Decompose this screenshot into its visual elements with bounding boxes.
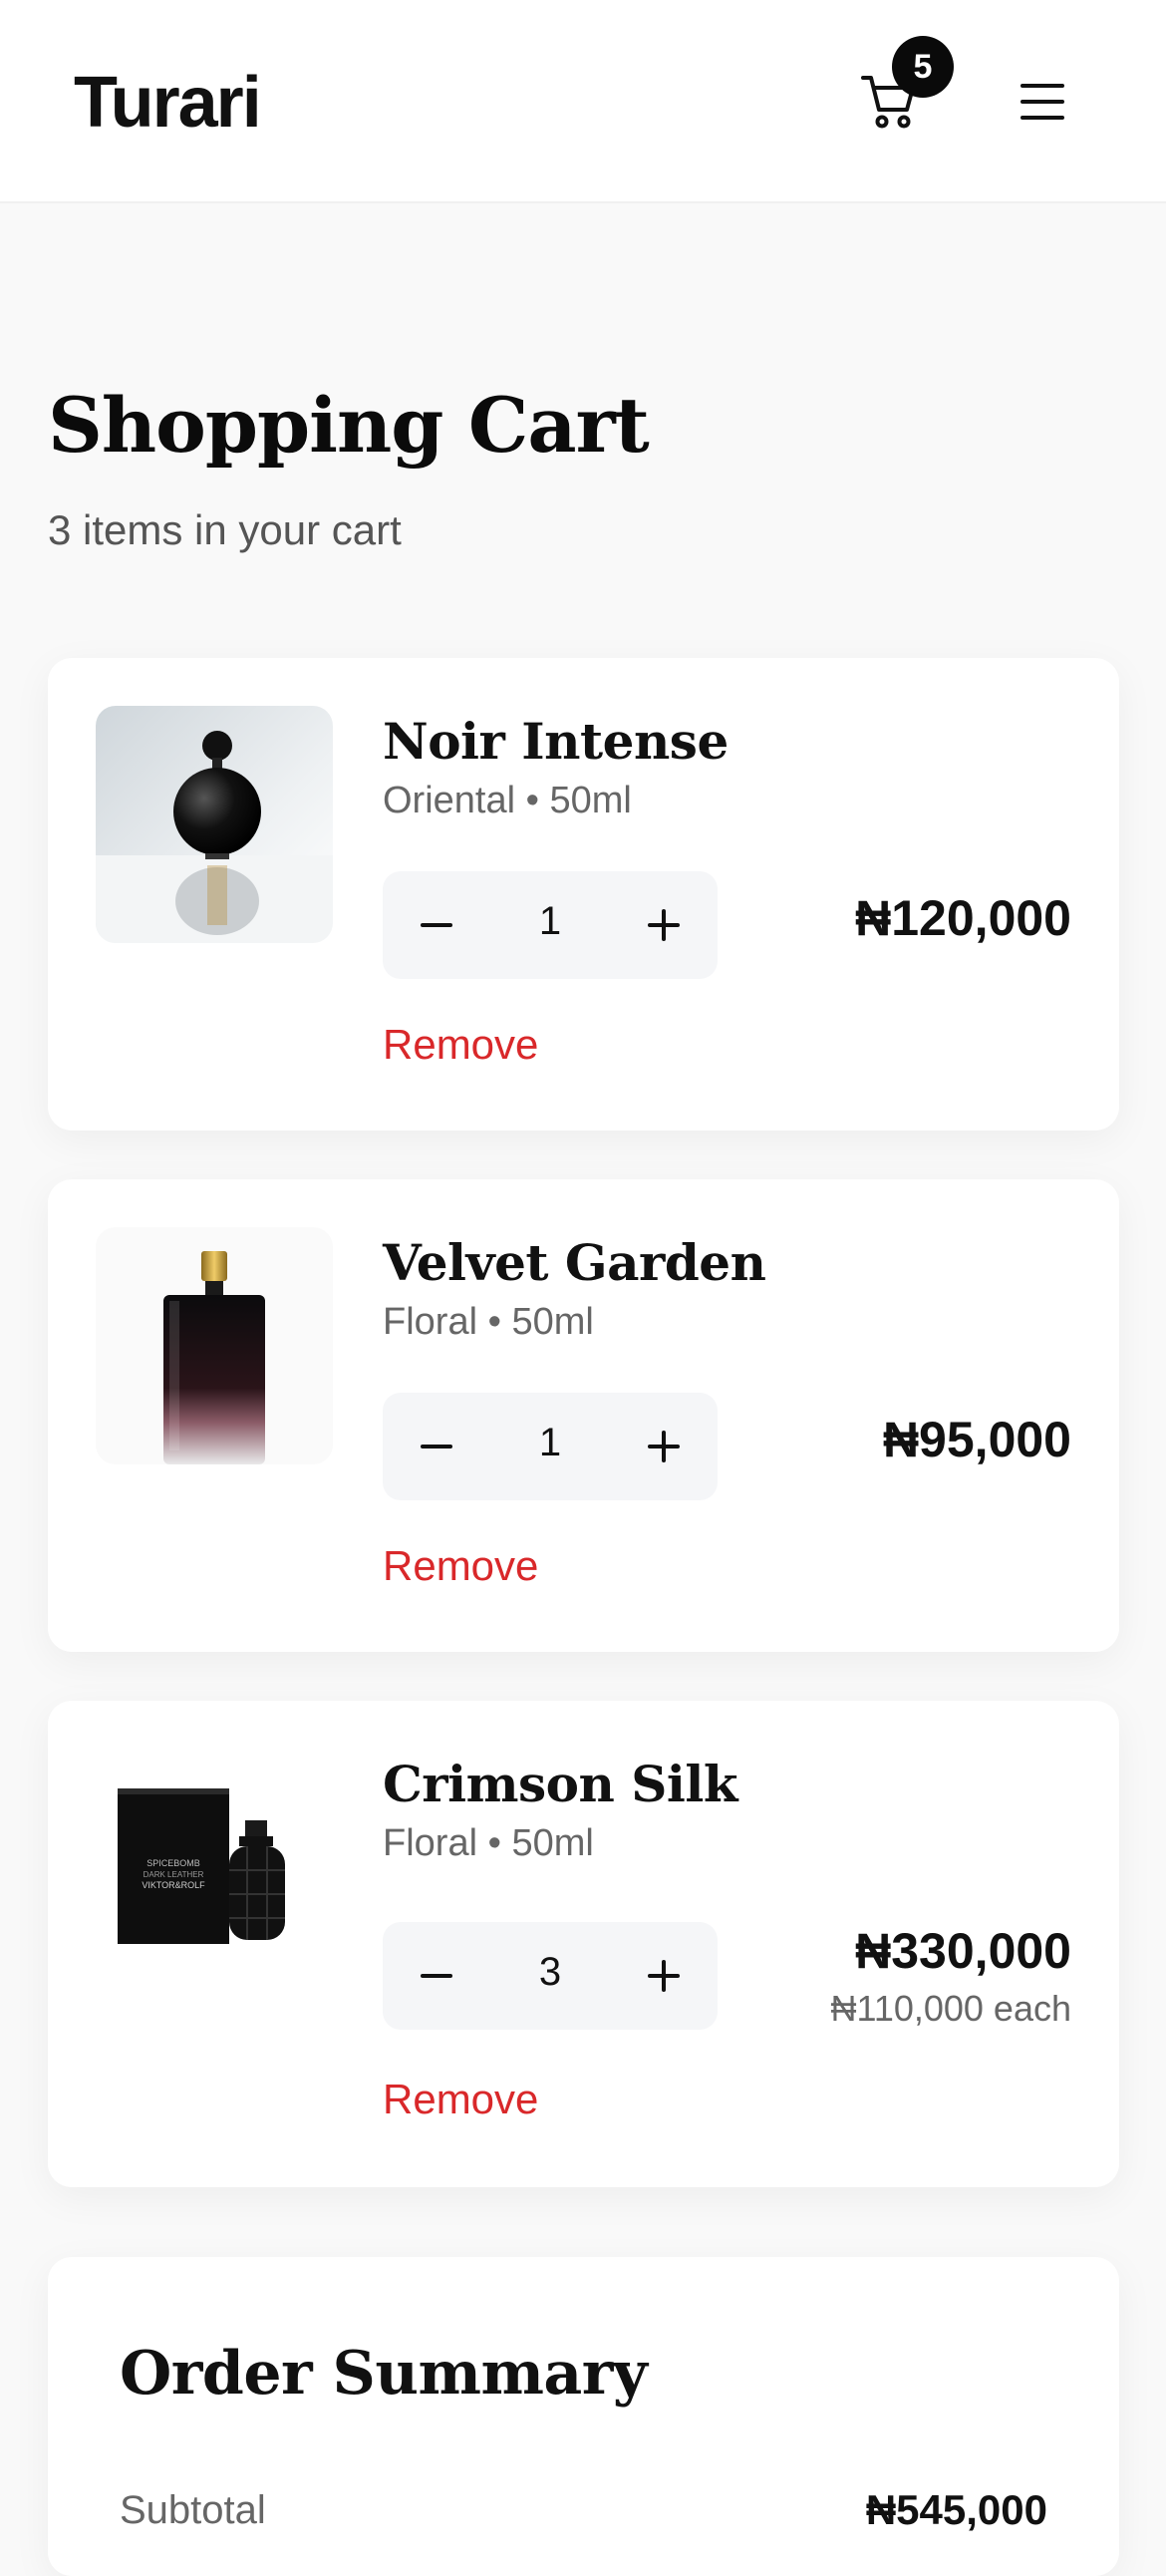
quantity-value: 1	[538, 1421, 562, 1464]
cart-count-badge: 5	[892, 36, 954, 98]
remove-button[interactable]: Remove	[383, 2076, 538, 2123]
order-summary-card: Order Summary Subtotal ₦545,000	[48, 2257, 1119, 2576]
product-name[interactable]: Noir Intense	[383, 712, 729, 771]
cart-item-card: SPICEBOMB DARK LEATHER VIKTOR&ROLF Crims…	[48, 1701, 1119, 2187]
product-meta: Oriental • 50ml	[383, 780, 632, 821]
box-text-line: VIKTOR&ROLF	[142, 1880, 205, 1890]
increase-quantity-button[interactable]	[634, 1417, 694, 1476]
decrease-quantity-button[interactable]	[407, 895, 466, 955]
subtotal-value: ₦545,000	[865, 2486, 1047, 2533]
menu-button[interactable]	[1013, 72, 1072, 132]
decrease-quantity-button[interactable]	[407, 1417, 466, 1476]
line-total: ₦330,000	[855, 1923, 1071, 1979]
order-summary-title: Order Summary	[120, 2339, 648, 2409]
product-name[interactable]: Velvet Garden	[383, 1233, 766, 1292]
increase-quantity-button[interactable]	[634, 1946, 694, 2006]
cart-item-card: Velvet Garden Floral • 50ml 1 ₦95,000 Re…	[48, 1179, 1119, 1652]
quantity-stepper: 1	[383, 871, 718, 979]
box-text-line: SPICEBOMB	[146, 1858, 200, 1868]
cart-item-card: Noir Intense Oriental • 50ml 1 ₦120,000 …	[48, 658, 1119, 1130]
product-image[interactable]	[96, 706, 333, 943]
cart-item-count: 3 items in your cart	[48, 506, 402, 553]
box-text-line: DARK LEATHER	[144, 1870, 204, 1879]
increase-quantity-button[interactable]	[634, 895, 694, 955]
product-meta: Floral • 50ml	[383, 1301, 594, 1343]
unit-price: ₦110,000 each	[830, 1988, 1071, 2029]
remove-button[interactable]: Remove	[383, 1021, 538, 1069]
decrease-quantity-button[interactable]	[407, 1946, 466, 2006]
product-name[interactable]: Crimson Silk	[383, 1755, 738, 1813]
quantity-stepper: 1	[383, 1393, 718, 1500]
quantity-stepper: 3	[383, 1922, 718, 2030]
quantity-value: 3	[538, 1950, 562, 1994]
product-image[interactable]	[96, 1227, 333, 1464]
subtotal-label: Subtotal	[120, 2488, 266, 2532]
product-image[interactable]: SPICEBOMB DARK LEATHER VIKTOR&ROLF	[96, 1749, 333, 1986]
remove-button[interactable]: Remove	[383, 1542, 538, 1590]
brand-logo[interactable]: Turari	[74, 62, 262, 144]
page-title: Shopping Cart	[48, 381, 650, 470]
line-total: ₦120,000	[855, 890, 1071, 946]
quantity-value: 1	[538, 899, 562, 943]
top-header: Turari 5	[0, 0, 1166, 203]
product-meta: Floral • 50ml	[383, 1822, 594, 1864]
line-total: ₦95,000	[882, 1412, 1071, 1467]
